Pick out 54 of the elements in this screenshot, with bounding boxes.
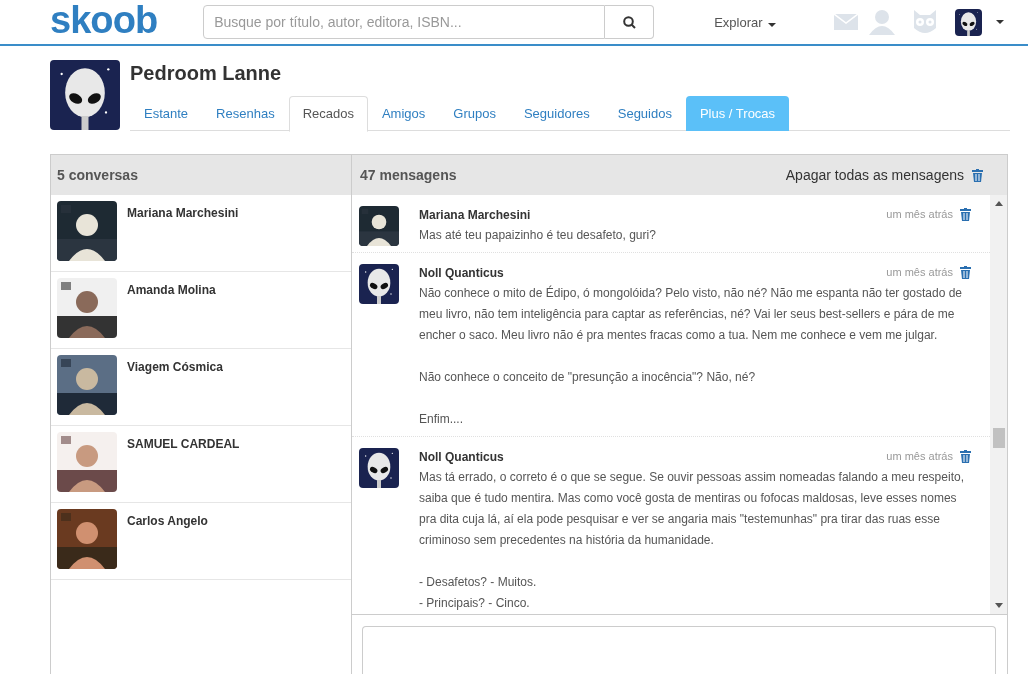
caret-icon [767, 22, 776, 27]
message-text: - Desafetos? - Muitos. [419, 574, 538, 591]
delete-all-button[interactable]: Apagar todas as mensagens [785, 164, 983, 186]
alien-avatar-icon [359, 264, 399, 304]
conversation-item[interactable]: Carlos Angelo [51, 503, 351, 580]
explore-menu[interactable]: Explorar [714, 13, 776, 33]
conversation-item[interactable]: Mariana Marchesini [51, 195, 351, 272]
trash-icon[interactable] [960, 266, 971, 279]
profile-tab[interactable]: Recados [288, 96, 368, 132]
message-text: - Principais? - Cinco. [419, 595, 531, 612]
scrollbar[interactable] [990, 195, 1007, 614]
profile-tab[interactable]: Resenhas [202, 96, 289, 131]
alien-avatar-icon [954, 8, 982, 36]
caret-icon[interactable] [995, 20, 1004, 24]
message-author: Mariana Marchesini [419, 206, 531, 224]
message-input[interactable] [362, 626, 996, 674]
message-author: Noll Quanticus [419, 264, 504, 282]
alien-avatar-icon [50, 60, 120, 130]
contact-name: SAMUEL CARDEAL [127, 436, 240, 453]
search-icon [622, 15, 636, 29]
conversation-item[interactable]: Viagem Cósmica [51, 349, 351, 426]
search-button[interactable] [605, 5, 655, 39]
search-field[interactable]: Busque por título, autor, editora, ISBN... [203, 5, 606, 39]
contact-name: Amanda Molina [127, 282, 216, 299]
message-text: Mas até teu papaizinho é teu desafeto, guri? [419, 227, 657, 244]
contact-name: Viagem Cósmica [127, 359, 223, 376]
alien-avatar-icon [359, 448, 399, 488]
conversation-item[interactable]: SAMUEL CARDEAL [51, 426, 351, 503]
trash-icon[interactable] [960, 450, 971, 463]
site-logo[interactable]: skoob [50, 1, 158, 39]
message-text: Não conhece o mito de Édipo, ó mongolóida? Pelo visto, não né? Não me espanta não ter gostado de meu livro, não tem inteligência para captar as referências, né? Vai ler seus best-sellers e pára de me encher o saco. Meu livro não é pra mentes fracas como a tua. Nem me conhece e vem me julgar. [419, 284, 964, 344]
scroll-up-icon[interactable] [994, 201, 1003, 206]
message-text: Não conhece o conceito de "presunção a inocência"? Não, né? [419, 369, 757, 386]
message-time: um mês atrás [886, 265, 953, 281]
panel-title: 47 mensagens [360, 165, 457, 185]
message-text: Enfim.... [419, 411, 464, 428]
contact-name: Carlos Angelo [127, 513, 208, 530]
scroll-thumb[interactable] [992, 428, 1005, 448]
message-time: um mês atrás [886, 449, 953, 465]
profile-tab[interactable]: Grupos [439, 96, 510, 131]
conversation-item[interactable]: Amanda Molina [51, 272, 351, 349]
message-author: Noll Quanticus [419, 448, 504, 466]
message-text: Mas tá errado, o correto é o que se segue. Se ouvir pessoas assim nomeadas falando a meu respeito, saiba que é tudo mentira. Mas como você gosta de mentiras ou fofocas maldosas, leve esses nomes pra dita cuja lá, aí ela pode pesquisar e ver se angaria mais "testemunhas" pra tirar das ruas esse criminoso sem precedentes na história da humanidade. [419, 469, 965, 549]
trash-icon[interactable] [960, 208, 971, 221]
profile-tab[interactable]: Seguidos [603, 96, 686, 131]
profile-tab[interactable]: Estante [130, 96, 203, 131]
panel-title: 5 conversas [57, 165, 138, 185]
message-time: um mês atrás [886, 207, 953, 223]
contact-name: Mariana Marchesini [127, 205, 239, 222]
trash-icon[interactable] [972, 168, 983, 182]
profile-tab[interactable]: Seguidores [509, 96, 604, 131]
profile-name: Pedroom Lanne [130, 61, 283, 85]
profile-tab[interactable]: Amigos [367, 96, 440, 131]
scroll-down-icon[interactable] [994, 603, 1003, 608]
